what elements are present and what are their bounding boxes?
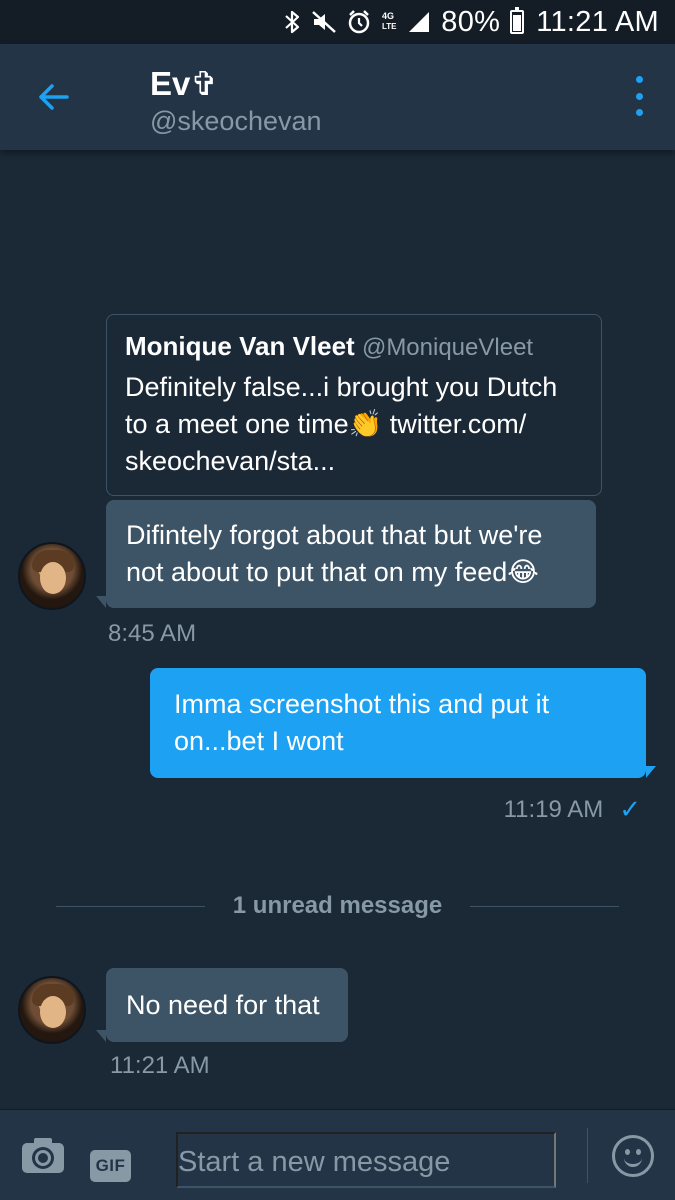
mute-icon: [311, 10, 337, 34]
contact-handle: @skeochevan: [150, 106, 322, 136]
divider-line: [470, 905, 619, 907]
status-time: 11:21 AM: [536, 5, 659, 38]
message-timestamp: 11:19 AM: [503, 795, 604, 823]
message-input[interactable]: [176, 1132, 556, 1188]
unread-divider: 1 unread message: [56, 884, 619, 928]
arrow-left-icon: [39, 84, 69, 110]
contact-name: Ev✞: [150, 65, 219, 102]
quoted-tweet-handle: @MoniqueVleet: [361, 334, 534, 361]
incoming-message-bubble[interactable]: No need for that: [96, 968, 348, 1042]
quoted-tweet-text: Definitely false...i brought you Dutch t…: [125, 372, 558, 476]
incoming-message-bubble[interactable]: Difintely forgot about that but we're no…: [96, 500, 596, 608]
battery-icon: [510, 7, 525, 34]
unread-label: 1 unread message: [232, 892, 443, 919]
quoted-tweet-name: Monique Van Vleet: [125, 331, 355, 361]
message-text: Imma screenshot this and put it on...bet…: [174, 689, 550, 756]
quoted-tweet-author: Monique Van Vleet @MoniqueVleet: [125, 329, 583, 365]
more-vertical-icon[interactable]: [631, 76, 647, 116]
status-icons: 4G LTE 80% 11:21 AM: [283, 0, 659, 44]
composer-divider: [587, 1128, 588, 1183]
message-timestamp: 11:21 AM: [110, 1052, 210, 1079]
message-timestamp: 8:45 AM: [108, 620, 197, 647]
message-text: Difintely forgot about that but we're no…: [126, 520, 543, 587]
message-status-row: 11:19 AM ✓: [504, 794, 641, 825]
svg-text:LTE: LTE: [382, 22, 397, 31]
alarm-icon: [347, 9, 371, 35]
bluetooth-icon: [283, 9, 301, 35]
avatar[interactable]: [18, 542, 86, 610]
battery-fill: [513, 15, 522, 31]
divider-line: [56, 905, 205, 907]
emoji-icon[interactable]: [612, 1135, 654, 1177]
camera-icon[interactable]: [22, 1136, 64, 1176]
conversation-header: Ev✞ @skeochevan: [0, 44, 675, 150]
checkmark-icon: ✓: [619, 794, 641, 824]
svg-text:4G: 4G: [382, 11, 394, 21]
avatar[interactable]: [18, 976, 86, 1044]
message-text: No need for that: [126, 989, 320, 1020]
back-button[interactable]: [30, 74, 76, 120]
signal-icon: [407, 10, 431, 34]
battery-percent: 80%: [441, 5, 501, 38]
message-composer: GIF: [0, 1109, 675, 1200]
outgoing-message-bubble[interactable]: Imma screenshot this and put it on...bet…: [150, 668, 656, 778]
status-bar: 4G LTE 80% 11:21 AM: [0, 0, 675, 44]
gif-button[interactable]: GIF: [90, 1150, 131, 1182]
quoted-tweet-card[interactable]: Monique Van Vleet @MoniqueVleet Definite…: [106, 314, 602, 496]
lte-icon: 4G LTE: [381, 9, 397, 35]
